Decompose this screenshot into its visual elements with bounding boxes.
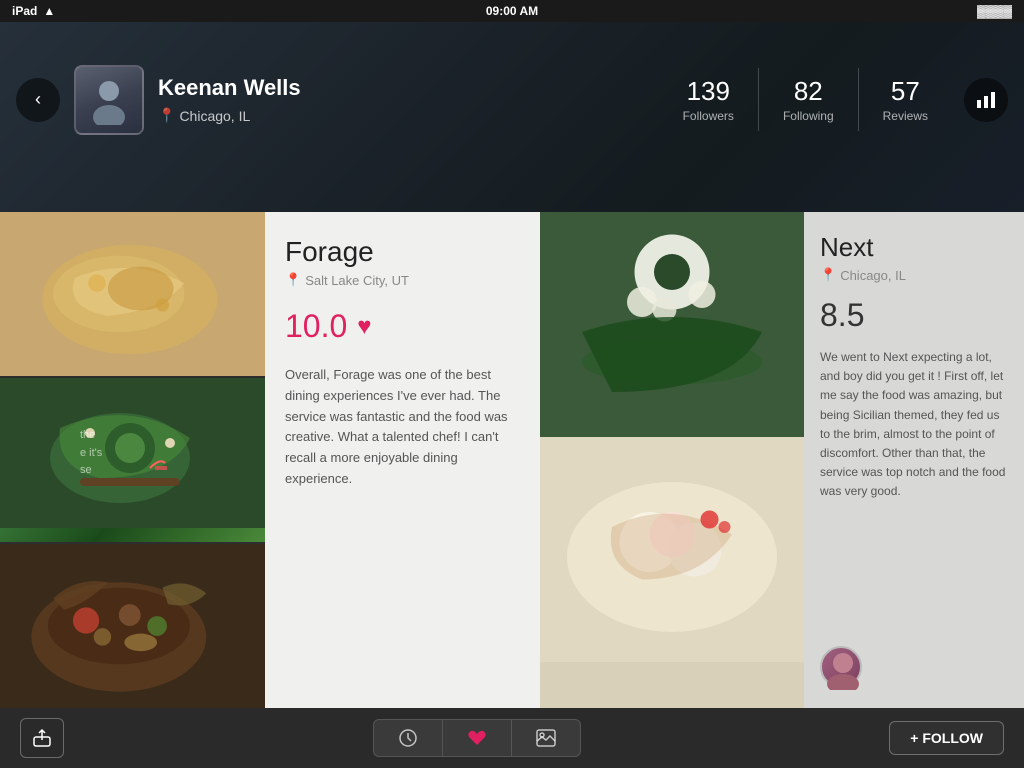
status-bar: iPad ▲ 09:00 AM ▓▓▓▓ — [0, 0, 1024, 22]
avatar — [74, 65, 144, 135]
history-button[interactable] — [373, 719, 442, 757]
center-toolbar — [373, 719, 581, 757]
rating-number: 10.0 — [285, 308, 347, 345]
followers-count: 139 — [683, 76, 734, 107]
food-thumbnail-2[interactable] — [0, 378, 265, 542]
reviews-stat[interactable]: 57 Reviews — [859, 68, 952, 131]
back-button[interactable]: ‹ — [16, 78, 60, 122]
device-label: iPad — [12, 4, 37, 18]
next-score: 8.5 — [820, 297, 1008, 334]
stats-area: 139 Followers 82 Following 57 Reviews — [659, 68, 952, 131]
main-content: the e it's se Forage 📍 Salt Lake City, U… — [0, 212, 1024, 708]
card-photo-2[interactable] — [540, 437, 804, 662]
food-thumbnail-3[interactable] — [0, 544, 265, 708]
rating-row: 10.0 ♥ — [285, 308, 520, 345]
restaurant-pin-icon: 📍 — [285, 272, 301, 288]
avatar-image — [76, 67, 142, 133]
user-info: Keenan Wells 📍 Chicago, IL — [158, 75, 659, 124]
left-panel — [0, 212, 265, 708]
card-right-photos — [540, 212, 804, 708]
next-restaurant-name: Next — [820, 232, 1008, 263]
next-location: 📍 Chicago, IL — [820, 267, 1008, 283]
gallery-button[interactable] — [512, 719, 581, 757]
follow-button[interactable]: + FOLLOW — [889, 721, 1004, 755]
status-left: iPad ▲ — [12, 4, 55, 18]
restaurant-location: 📍 Salt Lake City, UT — [285, 272, 520, 288]
status-right: ▓▓▓▓ — [977, 4, 1012, 18]
card-photo-1[interactable] — [540, 212, 804, 437]
review-text: Overall, Forage was one of the best dini… — [285, 365, 520, 708]
next-reviewer-avatar[interactable] — [820, 646, 862, 688]
favorites-button[interactable] — [442, 719, 512, 757]
following-count: 82 — [783, 76, 834, 107]
next-pin-icon: 📍 — [820, 267, 836, 283]
center-card: Forage 📍 Salt Lake City, UT 10.0 ♥ Overa… — [265, 212, 804, 708]
followers-stat[interactable]: 139 Followers — [659, 68, 759, 131]
chart-button[interactable] — [964, 78, 1008, 122]
restaurant-city: Salt Lake City, UT — [305, 273, 409, 288]
restaurant-name: Forage — [285, 236, 520, 268]
follow-label: + FOLLOW — [910, 730, 983, 746]
bottom-toolbar: + FOLLOW — [0, 708, 1024, 768]
battery-icon: ▓▓▓▓ — [977, 4, 1012, 18]
following-stat[interactable]: 82 Following — [759, 68, 859, 131]
share-button[interactable] — [20, 718, 64, 758]
header: ‹ Keenan Wells 📍 Chicago, IL 139 Followe… — [0, 22, 1024, 177]
location-pin-icon: 📍 — [158, 107, 175, 124]
wifi-icon: ▲ — [43, 4, 55, 18]
card-photo-3[interactable] — [540, 662, 804, 708]
user-location: 📍 Chicago, IL — [158, 107, 659, 124]
right-panel: Next 📍 Chicago, IL 8.5 We went to Next e… — [804, 212, 1024, 708]
next-city: Chicago, IL — [840, 268, 906, 283]
card-left: Forage 📍 Salt Lake City, UT 10.0 ♥ Overa… — [265, 212, 540, 708]
reviews-count: 57 — [883, 76, 928, 107]
following-label: Following — [783, 109, 834, 123]
card-inner: Forage 📍 Salt Lake City, UT 10.0 ♥ Overa… — [265, 212, 804, 708]
status-time: 09:00 AM — [486, 4, 538, 18]
user-city: Chicago, IL — [179, 108, 250, 124]
food-thumbnail-1[interactable] — [0, 212, 265, 376]
heart-icon: ♥ — [357, 313, 371, 341]
next-review-text: We went to Next expecting a lot, and boy… — [820, 348, 1008, 630]
followers-label: Followers — [683, 109, 734, 123]
user-name: Keenan Wells — [158, 75, 659, 101]
reviews-label: Reviews — [883, 109, 928, 123]
